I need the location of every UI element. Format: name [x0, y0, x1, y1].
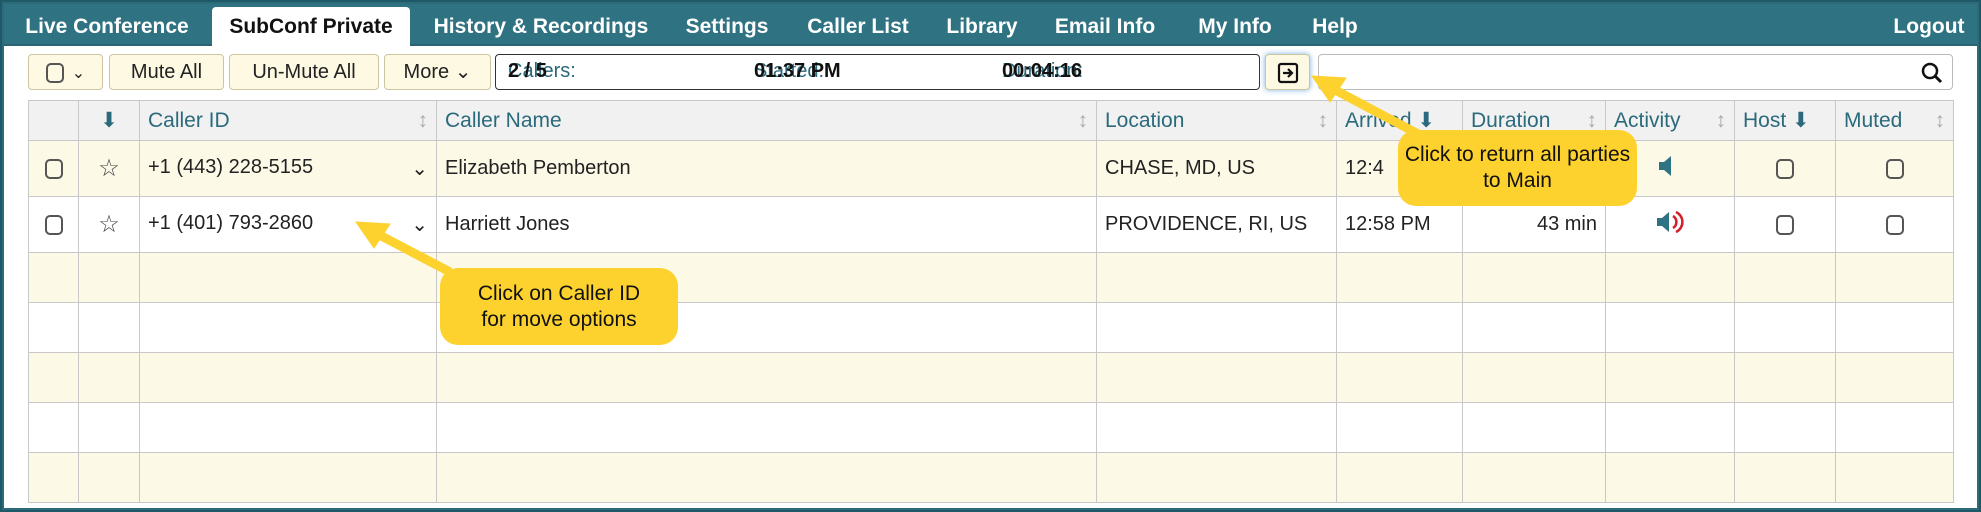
duration-value: 00:04:16 — [1002, 60, 1083, 82]
tab-live-conference[interactable]: Live Conference — [12, 9, 202, 45]
table-row: ☆ +1 (443) 228-5155 ⌄ Elizabeth Pemberton… — [28, 140, 1954, 197]
tab-email-info[interactable]: Email Info — [1040, 9, 1170, 45]
callout-caller-id: Click on Caller ID for move options — [440, 268, 678, 345]
empty-row — [28, 452, 1954, 503]
sort-icon: ↕ — [1586, 108, 1598, 132]
started-value: 01:37 PM — [754, 60, 841, 82]
tab-library[interactable]: Library — [932, 9, 1032, 45]
header-location[interactable]: Location ↕ — [1096, 100, 1337, 141]
chevron-down-icon: ⌄ — [411, 214, 428, 236]
star-icon[interactable]: ☆ — [78, 140, 140, 197]
search-input[interactable] — [1318, 54, 1953, 90]
caller-name: Elizabeth Pemberton — [436, 140, 1097, 197]
row-checkbox[interactable] — [44, 158, 63, 179]
sort-down-icon: ⬇ — [1417, 109, 1435, 132]
row-checkbox[interactable] — [44, 214, 63, 235]
tab-settings[interactable]: Settings — [672, 9, 782, 45]
search-icon[interactable] — [1920, 61, 1944, 85]
callers-value: 2 / 5 — [508, 60, 547, 82]
caller-name: Harriett Jones — [436, 196, 1097, 253]
unmute-all-button[interactable]: Un-Mute All — [229, 54, 379, 90]
header-host[interactable]: Host ⬇ — [1734, 100, 1836, 141]
tab-history-recordings[interactable]: History & Recordings — [418, 9, 664, 45]
caller-id-cell[interactable]: +1 (443) 228-5155 ⌄ — [139, 140, 437, 197]
callers-table: ⬇ Caller ID ↕ Caller Name ↕ Location ↕ Arri… — [28, 100, 1954, 503]
star-icon[interactable]: ☆ — [78, 196, 140, 253]
empty-row — [28, 252, 1954, 303]
select-all-dropdown[interactable]: ⌄ — [28, 54, 103, 90]
caller-id-cell[interactable]: +1 (401) 793-2860 ⌄ — [139, 196, 437, 253]
empty-row — [28, 302, 1954, 353]
muted-checkbox[interactable] — [1885, 158, 1904, 179]
location: CHASE, MD, US — [1096, 140, 1337, 197]
sort-icon: ↕ — [1934, 108, 1946, 132]
logout-link[interactable]: Logout — [1884, 9, 1974, 45]
table-header: ⬇ Caller ID ↕ Caller Name ↕ Location ↕ Arri… — [28, 100, 1954, 141]
header-muted[interactable]: Muted ↕ — [1835, 100, 1954, 141]
host-checkbox[interactable] — [1776, 158, 1794, 179]
location: PROVIDENCE, RI, US — [1096, 196, 1337, 253]
empty-row — [28, 402, 1954, 453]
empty-row — [28, 352, 1954, 403]
tab-caller-list[interactable]: Caller List — [790, 9, 926, 45]
header-caller-id[interactable]: Caller ID ↕ — [139, 100, 437, 141]
tab-help[interactable]: Help — [1300, 9, 1370, 45]
host-checkbox[interactable] — [1776, 214, 1794, 235]
sort-icon: ↕ — [1317, 108, 1329, 132]
return-all-to-main-button[interactable] — [1265, 54, 1310, 90]
chevron-down-icon: ⌄ — [71, 65, 86, 82]
sort-icon: ↕ — [1715, 108, 1727, 132]
star-sort-header[interactable]: ⬇ — [78, 100, 140, 141]
sort-down-icon: ⬇ — [100, 109, 118, 132]
tab-my-info[interactable]: My Info — [1178, 9, 1292, 45]
sort-icon: ↕ — [1077, 108, 1089, 132]
more-label: More — [403, 61, 450, 83]
sort-down-icon: ⬇ — [1792, 109, 1810, 132]
callout-return-all: Click to return all parties to Main — [1398, 130, 1637, 206]
chevron-down-icon: ⌄ — [411, 158, 428, 180]
table-row: ☆ +1 (401) 793-2860 ⌄ Harriett Jones PROV… — [28, 196, 1954, 253]
more-dropdown[interactable]: More ⌄ — [384, 54, 491, 90]
mute-all-button[interactable]: Mute All — [109, 54, 224, 90]
sort-icon: ↕ — [417, 108, 429, 132]
chevron-down-icon: ⌄ — [454, 61, 472, 83]
conference-info: Callers: 2 / 5 Started: 01:37 PM Duratio… — [495, 54, 1260, 90]
tab-subconf-private[interactable]: SubConf Private — [212, 7, 410, 47]
tab-bar: Live Conference SubConf Private History … — [4, 4, 1977, 47]
header-caller-name[interactable]: Caller Name ↕ — [436, 100, 1097, 141]
muted-checkbox[interactable] — [1885, 214, 1904, 235]
select-all-checkbox[interactable] — [45, 62, 64, 83]
return-to-main-icon — [1277, 62, 1298, 84]
